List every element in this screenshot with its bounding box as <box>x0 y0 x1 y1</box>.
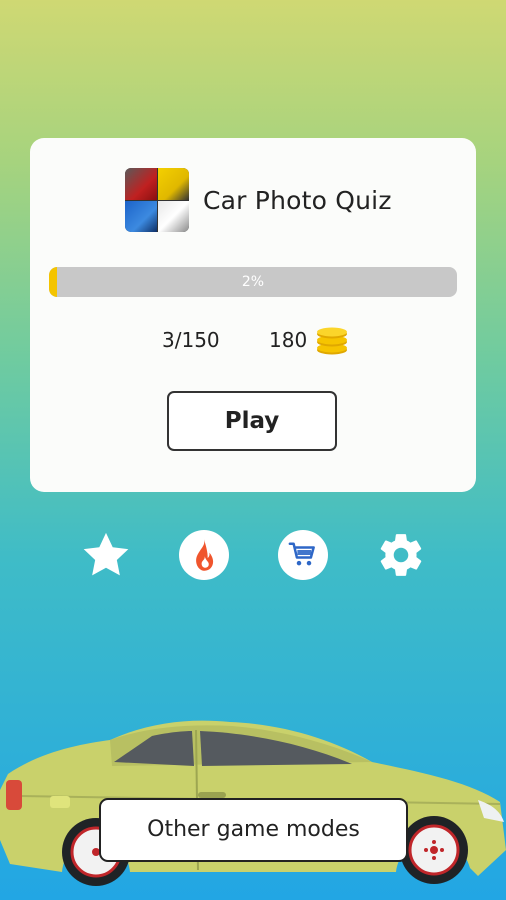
app-title: Car Photo Quiz <box>203 185 392 215</box>
progress-label: 2% <box>241 274 265 290</box>
gear-icon <box>380 534 422 576</box>
shop-button[interactable] <box>278 530 328 580</box>
play-button[interactable]: Play <box>167 391 337 451</box>
app-thumbnail <box>125 168 189 232</box>
stats-row: 3/150 180 <box>30 324 476 356</box>
favorites-button[interactable] <box>80 529 132 581</box>
streak-button[interactable] <box>179 530 229 580</box>
coin-balance: 180 <box>269 324 349 356</box>
cart-icon <box>288 542 315 566</box>
coin-count: 180 <box>269 328 308 352</box>
question-count: 3/150 <box>162 328 220 352</box>
fire-icon <box>196 539 214 571</box>
front-wheel <box>400 816 468 884</box>
star-icon <box>83 532 129 576</box>
other-game-modes-button[interactable]: Other game modes <box>99 798 408 862</box>
coins-icon <box>317 327 348 355</box>
quiz-card: Car Photo Quiz 2% 3/150 180 Play <box>30 138 476 492</box>
progress-bar: 2% <box>49 267 457 297</box>
app-header: Car Photo Quiz <box>125 168 392 232</box>
action-icon-row <box>0 529 506 581</box>
settings-button[interactable] <box>375 529 427 581</box>
